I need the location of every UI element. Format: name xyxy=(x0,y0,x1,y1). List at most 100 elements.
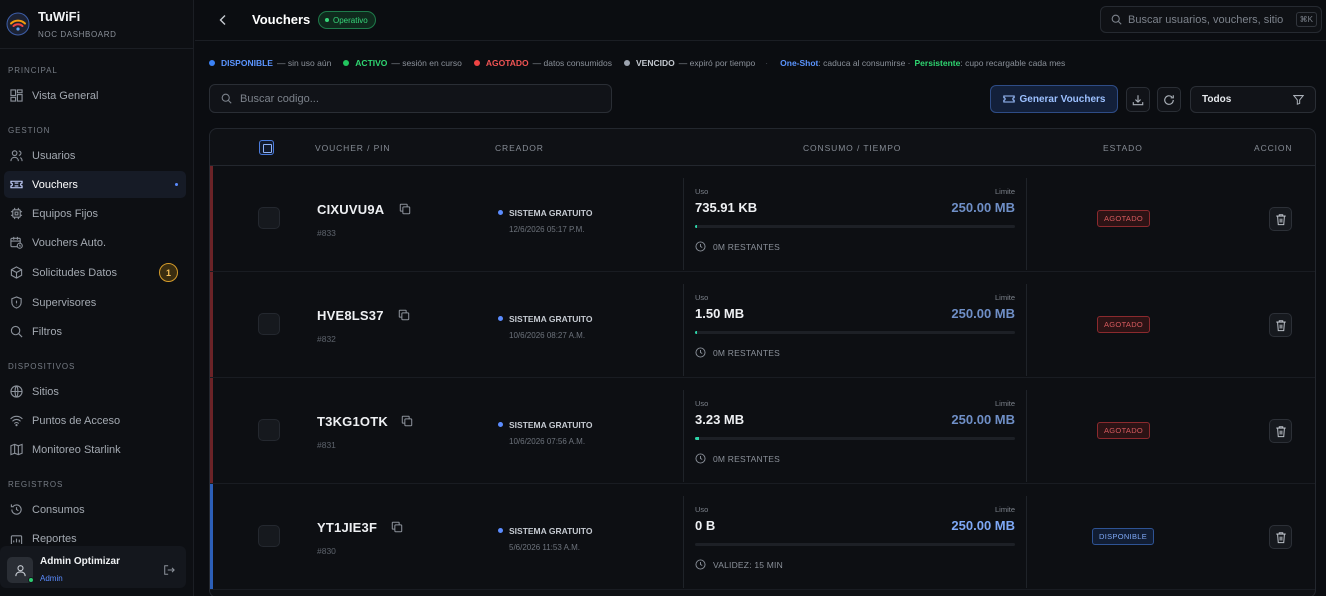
clock-icon xyxy=(695,347,713,358)
dashboard-icon xyxy=(9,89,23,103)
generate-vouchers-button[interactable]: Generar Vouchers xyxy=(990,85,1118,113)
row-status-accent xyxy=(210,484,213,589)
created-date: 10/6/2026 07:56 A.M. xyxy=(509,437,586,446)
back-icon[interactable] xyxy=(218,14,228,26)
page-title: Vouchers xyxy=(252,12,311,27)
usage-label: Uso xyxy=(695,399,709,408)
voucher-id: #833 xyxy=(317,228,336,238)
row-checkbox[interactable] xyxy=(258,313,280,335)
copy-icon[interactable] xyxy=(401,415,413,427)
legend-key: DISPONIBLE xyxy=(221,58,273,68)
generate-vouchers-label: Generar Vouchers xyxy=(1019,93,1106,105)
legend-persistente-desc: : cupo recargable cada mes xyxy=(960,58,1066,68)
legend-dot xyxy=(343,60,350,66)
status-label: Operativo xyxy=(333,15,368,25)
creator-name: SISTEMA GRATUITO xyxy=(509,526,593,536)
legend-oneshot-desc: : caduca al consumirse · xyxy=(818,58,911,68)
filter-icon xyxy=(1293,94,1304,105)
users-icon xyxy=(9,149,23,163)
table-row[interactable]: YT1JIE3F #830 SISTEMA GRATUITO 5/6/2026 … xyxy=(210,484,1315,590)
code-search[interactable] xyxy=(209,84,612,113)
refresh-button[interactable] xyxy=(1157,87,1181,112)
voucher-code: T3KG1OTK xyxy=(317,414,388,429)
logout-icon[interactable] xyxy=(163,564,175,576)
limit-value: 250.00 MB xyxy=(951,412,1015,427)
sidebar-item-vouchers-auto[interactable]: Vouchers Auto. xyxy=(4,229,186,256)
legend-key: ACTIVO xyxy=(355,58,388,68)
sidebar: TuWiFi NOC DASHBOARD PRINCIPAL Vista Gen… xyxy=(0,0,194,596)
sidebar-item-usuarios[interactable]: Usuarios xyxy=(4,142,186,169)
legend-vencido: VENCIDO — expiró por tiempo xyxy=(624,58,755,68)
sidebar-item-vista-general[interactable]: Vista General xyxy=(4,82,186,109)
status-filter-select[interactable]: Todos xyxy=(1190,86,1316,113)
sidebar-item-label: Vouchers xyxy=(32,178,78,191)
row-status-accent xyxy=(210,378,213,483)
usage-label: Uso xyxy=(695,187,709,196)
cpu-icon xyxy=(9,207,23,221)
wifi-logo-icon xyxy=(6,12,30,36)
sidebar-item-label: Filtros xyxy=(32,325,62,338)
table-header: VOUCHER / PIN CREADOR CONSUMO / TIEMPO E… xyxy=(210,129,1315,166)
copy-icon[interactable] xyxy=(398,309,410,321)
legend-dot xyxy=(473,60,480,66)
row-checkbox[interactable] xyxy=(258,419,280,441)
sidebar-item-label: Vouchers Auto. xyxy=(32,236,106,249)
sidebar-item-label: Puntos de Acceso xyxy=(32,414,121,427)
copy-icon[interactable] xyxy=(399,203,411,215)
select-all-checkbox[interactable] xyxy=(259,140,274,155)
clock-icon xyxy=(695,453,713,464)
delete-button[interactable] xyxy=(1269,207,1292,231)
table-row[interactable]: T3KG1OTK #831 SISTEMA GRATUITO 10/6/2026… xyxy=(210,378,1315,484)
remaining-text: VALIDEZ: 15 MIN xyxy=(713,559,783,570)
sidebar-item-consumos[interactable]: Consumos xyxy=(4,496,186,523)
sidebar-item-supervisores[interactable]: Supervisores xyxy=(4,289,186,316)
copy-icon[interactable] xyxy=(391,521,403,533)
sidebar-item-label: Supervisores xyxy=(32,296,97,309)
column-header-creador: CREADOR xyxy=(495,143,544,153)
legend-persistente-key: Persistente xyxy=(914,58,961,68)
section-dispositivos: DISPOSITIVOS xyxy=(8,362,76,371)
table-row[interactable]: HVE8LS37 #832 SISTEMA GRATUITO 10/6/2026… xyxy=(210,272,1315,378)
active-indicator xyxy=(175,183,178,186)
app-subtitle: NOC DASHBOARD xyxy=(38,30,117,39)
map-icon xyxy=(9,443,23,457)
sidebar-item-puntos-de-acceso[interactable]: Puntos de Acceso xyxy=(4,407,186,434)
status-badge: AGOTADO xyxy=(1097,316,1151,333)
delete-button[interactable] xyxy=(1269,313,1292,337)
legend-desc: — datos consumidos xyxy=(532,58,613,68)
sidebar-item-solicitudes-datos[interactable]: Solicitudes Datos 1 xyxy=(4,259,186,286)
global-search[interactable]: ⌘K xyxy=(1100,6,1322,33)
sidebar-item-equipos-fijos[interactable]: Equipos Fijos xyxy=(4,200,186,227)
voucher-id: #831 xyxy=(317,440,336,450)
creator-name: SISTEMA GRATUITO xyxy=(509,314,593,324)
sidebar-item-sitios[interactable]: Sitios xyxy=(4,378,186,405)
row-status-accent xyxy=(210,272,213,377)
voucher-id: #832 xyxy=(317,334,336,344)
row-checkbox[interactable] xyxy=(258,207,280,229)
row-checkbox[interactable] xyxy=(258,525,280,547)
sidebar-item-label: Consumos xyxy=(32,503,85,516)
sidebar-item-monitoreo-starlink[interactable]: Monitoreo Starlink xyxy=(4,436,186,463)
brand[interactable]: TuWiFi NOC DASHBOARD xyxy=(6,9,116,39)
delete-button[interactable] xyxy=(1269,525,1292,549)
section-registros: REGISTROS xyxy=(8,480,64,489)
usage-panel: Uso 735.91 KB Limite 250.00 MB 0M RESTAN… xyxy=(683,178,1027,270)
code-search-input[interactable] xyxy=(240,92,580,105)
usage-progress-bar xyxy=(695,437,1015,440)
usage-panel: Uso 1.50 MB Limite 250.00 MB 0M RESTANTE… xyxy=(683,284,1027,376)
creator-dot xyxy=(498,422,503,427)
download-button[interactable] xyxy=(1126,87,1150,112)
section-gestion: GESTION xyxy=(8,126,51,135)
status-badge: AGOTADO xyxy=(1097,210,1151,227)
table-row[interactable]: CIXUVU9A #833 SISTEMA GRATUITO 12/6/2026… xyxy=(210,166,1315,272)
global-search-input[interactable] xyxy=(1128,13,1293,26)
status-badge: AGOTADO xyxy=(1097,422,1151,439)
sidebar-item-vouchers[interactable]: Vouchers xyxy=(4,171,186,198)
legend-key: AGOTADO xyxy=(485,58,529,68)
delete-button[interactable] xyxy=(1269,419,1292,443)
calendar-clock-icon xyxy=(9,236,23,250)
sidebar-item-reportes[interactable]: Reportes xyxy=(4,526,186,544)
sidebar-item-filtros[interactable]: Filtros xyxy=(4,318,186,345)
user-card[interactable]: Admin Optimizar Admin xyxy=(0,546,186,588)
usage-value: 0 B xyxy=(695,518,716,533)
